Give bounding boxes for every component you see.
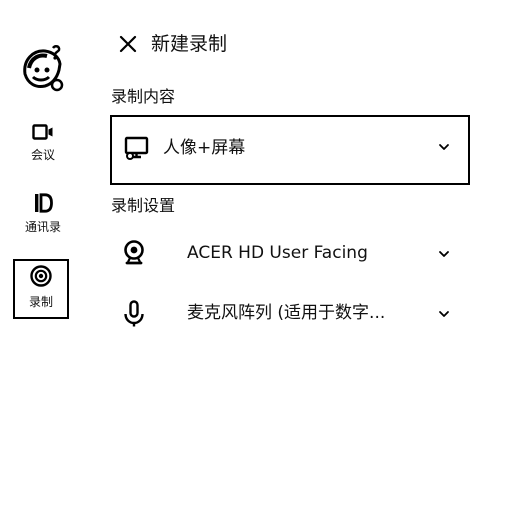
close-icon xyxy=(119,35,137,53)
monitor-icon xyxy=(124,136,149,160)
id-card-icon xyxy=(35,193,53,213)
nav-item-record[interactable]: 录制 xyxy=(13,259,69,319)
camera-icon xyxy=(32,124,53,140)
avatar[interactable] xyxy=(19,44,67,94)
microphone-icon xyxy=(124,300,144,327)
camera-value: ACER HD User Facing xyxy=(187,243,368,263)
nav-item-meeting[interactable]: 会议 xyxy=(14,123,72,173)
avatar-image xyxy=(23,45,64,92)
record-icon xyxy=(30,265,52,287)
chevron-down-icon xyxy=(439,251,449,257)
camera-dropdown[interactable]: ACER HD User Facing xyxy=(110,233,470,273)
close-button[interactable] xyxy=(116,32,140,56)
nav-item-contacts-label: 通讯录 xyxy=(24,220,61,234)
nav-item-meeting-label: 会议 xyxy=(30,148,55,162)
side-nav: 会议 通讯录 录制 xyxy=(0,0,84,510)
recording-content-dropdown[interactable]: 人像+屏幕 xyxy=(110,115,470,185)
chevron-down-icon xyxy=(439,311,449,317)
recording-content-value: 人像+屏幕 xyxy=(163,138,246,158)
microphone-value: 麦克风阵列 (适用于数字... xyxy=(187,303,386,323)
chevron-down-icon xyxy=(439,144,449,150)
webcam-icon xyxy=(124,240,144,265)
page-title: 新建录制 xyxy=(151,33,228,55)
section-label-settings: 录制设置 xyxy=(111,196,176,215)
section-label-content: 录制内容 xyxy=(111,87,176,106)
microphone-dropdown[interactable]: 麦克风阵列 (适用于数字... xyxy=(110,293,470,333)
nav-item-contacts[interactable]: 通讯录 xyxy=(14,193,72,243)
nav-item-record-label: 录制 xyxy=(28,295,53,309)
